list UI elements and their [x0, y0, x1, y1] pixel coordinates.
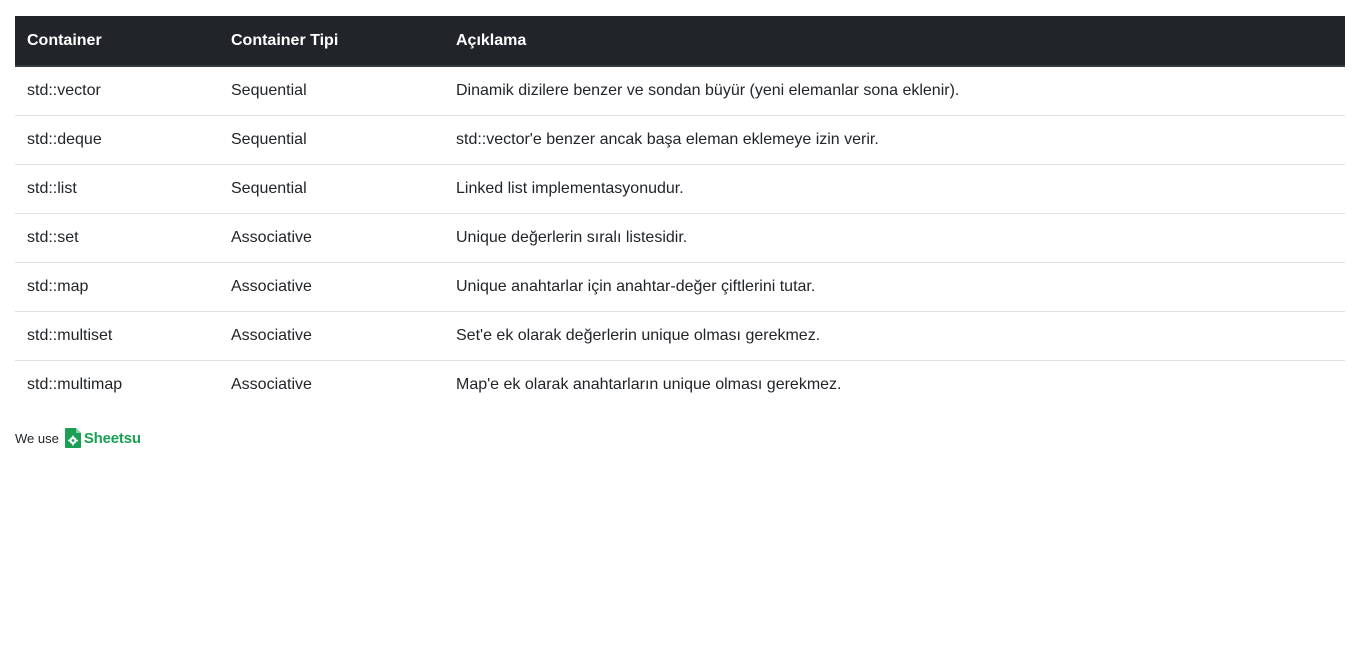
header-container: Container [15, 16, 219, 67]
data-table-container: Container Container Tipi Açıklama std::v… [15, 16, 1345, 409]
header-aciklama: Açıklama [444, 16, 1345, 67]
cell-container: std::multimap [15, 359, 219, 409]
cell-container: std::map [15, 261, 219, 311]
cell-container-type: Associative [219, 212, 444, 262]
cell-description: Linked list implementasyonudur. [444, 163, 1345, 213]
table-row: std::deque Sequential std::vector'e benz… [15, 114, 1345, 164]
cell-container: std::set [15, 212, 219, 262]
table-row: std::map Associative Unique anahtarlar i… [15, 261, 1345, 311]
cell-container: std::vector [27, 81, 101, 99]
cell-container-type: Associative [219, 261, 444, 311]
cell-description: Map'e ek olarak anahtarların unique olma… [444, 359, 1345, 409]
cell-description: Unique değerlerin sıralı listesidir. [444, 212, 1345, 262]
sheetsu-logo-icon [64, 428, 81, 448]
table-row: std::multiset Associative Set'e ek olara… [15, 310, 1345, 360]
cell-container-type: Associative [219, 359, 444, 409]
header-container-tipi: Container Tipi [219, 16, 444, 67]
table-row: std::vector Sequential Dinamik dizilere … [15, 66, 1345, 115]
cell-description: Dinamik dizilere benzer ve sondan büyür … [456, 81, 960, 99]
cell-description: std::vector'e benzer ancak başa eleman e… [444, 114, 1345, 164]
table-header: Container Container Tipi Açıklama [15, 16, 1345, 67]
table-row: std::multimap Associative Map'e ek olara… [15, 359, 1345, 409]
sheetsu-link[interactable]: Sheetsu [64, 428, 141, 448]
container-table: Container Container Tipi Açıklama std::v… [15, 16, 1345, 409]
cell-container-type: Sequential [219, 114, 444, 164]
footer-prefix: We use [15, 430, 59, 446]
cell-container-type: Sequential [231, 81, 307, 99]
table-row: std::list Sequential Linked list impleme… [15, 163, 1345, 213]
powered-by-footer: We use Sheetsu [15, 428, 141, 448]
cell-description: Set'e ek olarak değerlerin unique olması… [444, 310, 1345, 360]
cell-container: std::deque [15, 114, 219, 164]
sheetsu-brand-name: Sheetsu [83, 429, 141, 447]
cell-container: std::list [15, 163, 219, 213]
table-body: std::vector Sequential Dinamik dizilere … [15, 66, 1345, 409]
cell-container-type: Sequential [219, 163, 444, 213]
cell-container-type: Associative [219, 310, 444, 360]
cell-container: std::multiset [15, 310, 219, 360]
table-row: std::set Associative Unique değerlerin s… [15, 212, 1345, 262]
header-row: Container Container Tipi Açıklama [15, 16, 1345, 67]
cell-description: Unique anahtarlar için anahtar-değer çif… [444, 261, 1345, 311]
